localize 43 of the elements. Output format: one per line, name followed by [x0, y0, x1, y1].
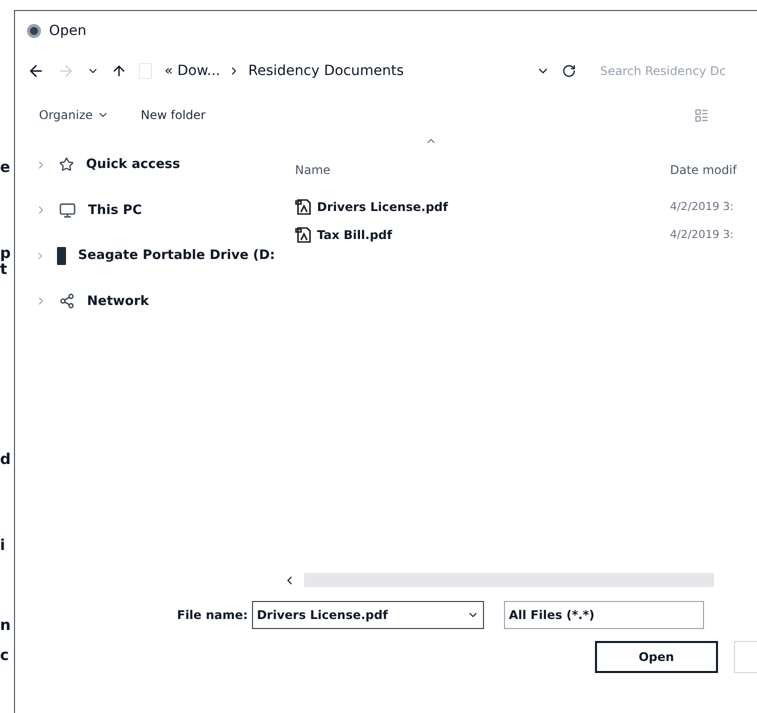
background-text: c [0, 648, 9, 663]
forward-button[interactable] [57, 62, 75, 80]
column-header[interactable]: Name [295, 161, 670, 179]
organize-button[interactable]: Organize [39, 106, 109, 124]
pdf-file-icon [295, 198, 313, 216]
background-text: e [0, 160, 10, 175]
file-name: Drivers License.pdf [317, 199, 448, 216]
drive-icon [57, 246, 66, 265]
sidebar-item[interactable]: This PC [88, 200, 142, 220]
sidebar-item[interactable]: Quick access [86, 155, 180, 174]
pdf-file-icon [295, 226, 313, 244]
date-cell-text: 4/2/2019 3: [670, 198, 734, 215]
background-text: n [0, 618, 11, 633]
window-title: Open [49, 22, 86, 40]
background-text: i [0, 538, 6, 553]
view-options-icon[interactable] [694, 108, 709, 122]
background-text: p [0, 246, 11, 261]
breadcrumb[interactable]: « Dow... [164, 60, 220, 82]
search-field[interactable]: Search Residency Dc [600, 62, 757, 80]
new-folder-button[interactable]: New folder [140, 106, 206, 124]
monitor-icon [59, 202, 76, 219]
sidebar-item[interactable]: Seagate Portable Drive (D: [78, 246, 275, 266]
network-icon [59, 293, 75, 310]
horizontal-scrollbar[interactable] [304, 573, 714, 587]
refresh-button[interactable] [562, 64, 576, 78]
folder-icon [139, 63, 152, 79]
date-cell-text: 4/2/2019 3: [670, 226, 734, 243]
sidebar-item[interactable]: Network [87, 292, 149, 311]
background-text: d [0, 452, 11, 467]
back-button[interactable] [27, 62, 45, 80]
file-name-label: File name: [177, 607, 248, 624]
file-row[interactable]: Drivers License.pdf 4/2/2019 3: [295, 193, 757, 221]
app-icon [27, 24, 41, 38]
open-button[interactable]: Open [595, 641, 718, 673]
breadcrumb[interactable]: Residency Documents [248, 60, 404, 82]
star-icon [59, 157, 74, 172]
column-header[interactable]: Date modif [670, 161, 737, 179]
file-row[interactable]: Tax Bill.pdf 4/2/2019 3: [295, 221, 757, 249]
file-name: Tax Bill.pdf [317, 227, 392, 244]
file-type-dropdown[interactable]: All Files (*.*) [504, 601, 704, 629]
file-name-field[interactable]: Drivers License.pdf [252, 601, 484, 629]
background-text: t [0, 262, 8, 277]
up-button[interactable] [111, 63, 127, 79]
